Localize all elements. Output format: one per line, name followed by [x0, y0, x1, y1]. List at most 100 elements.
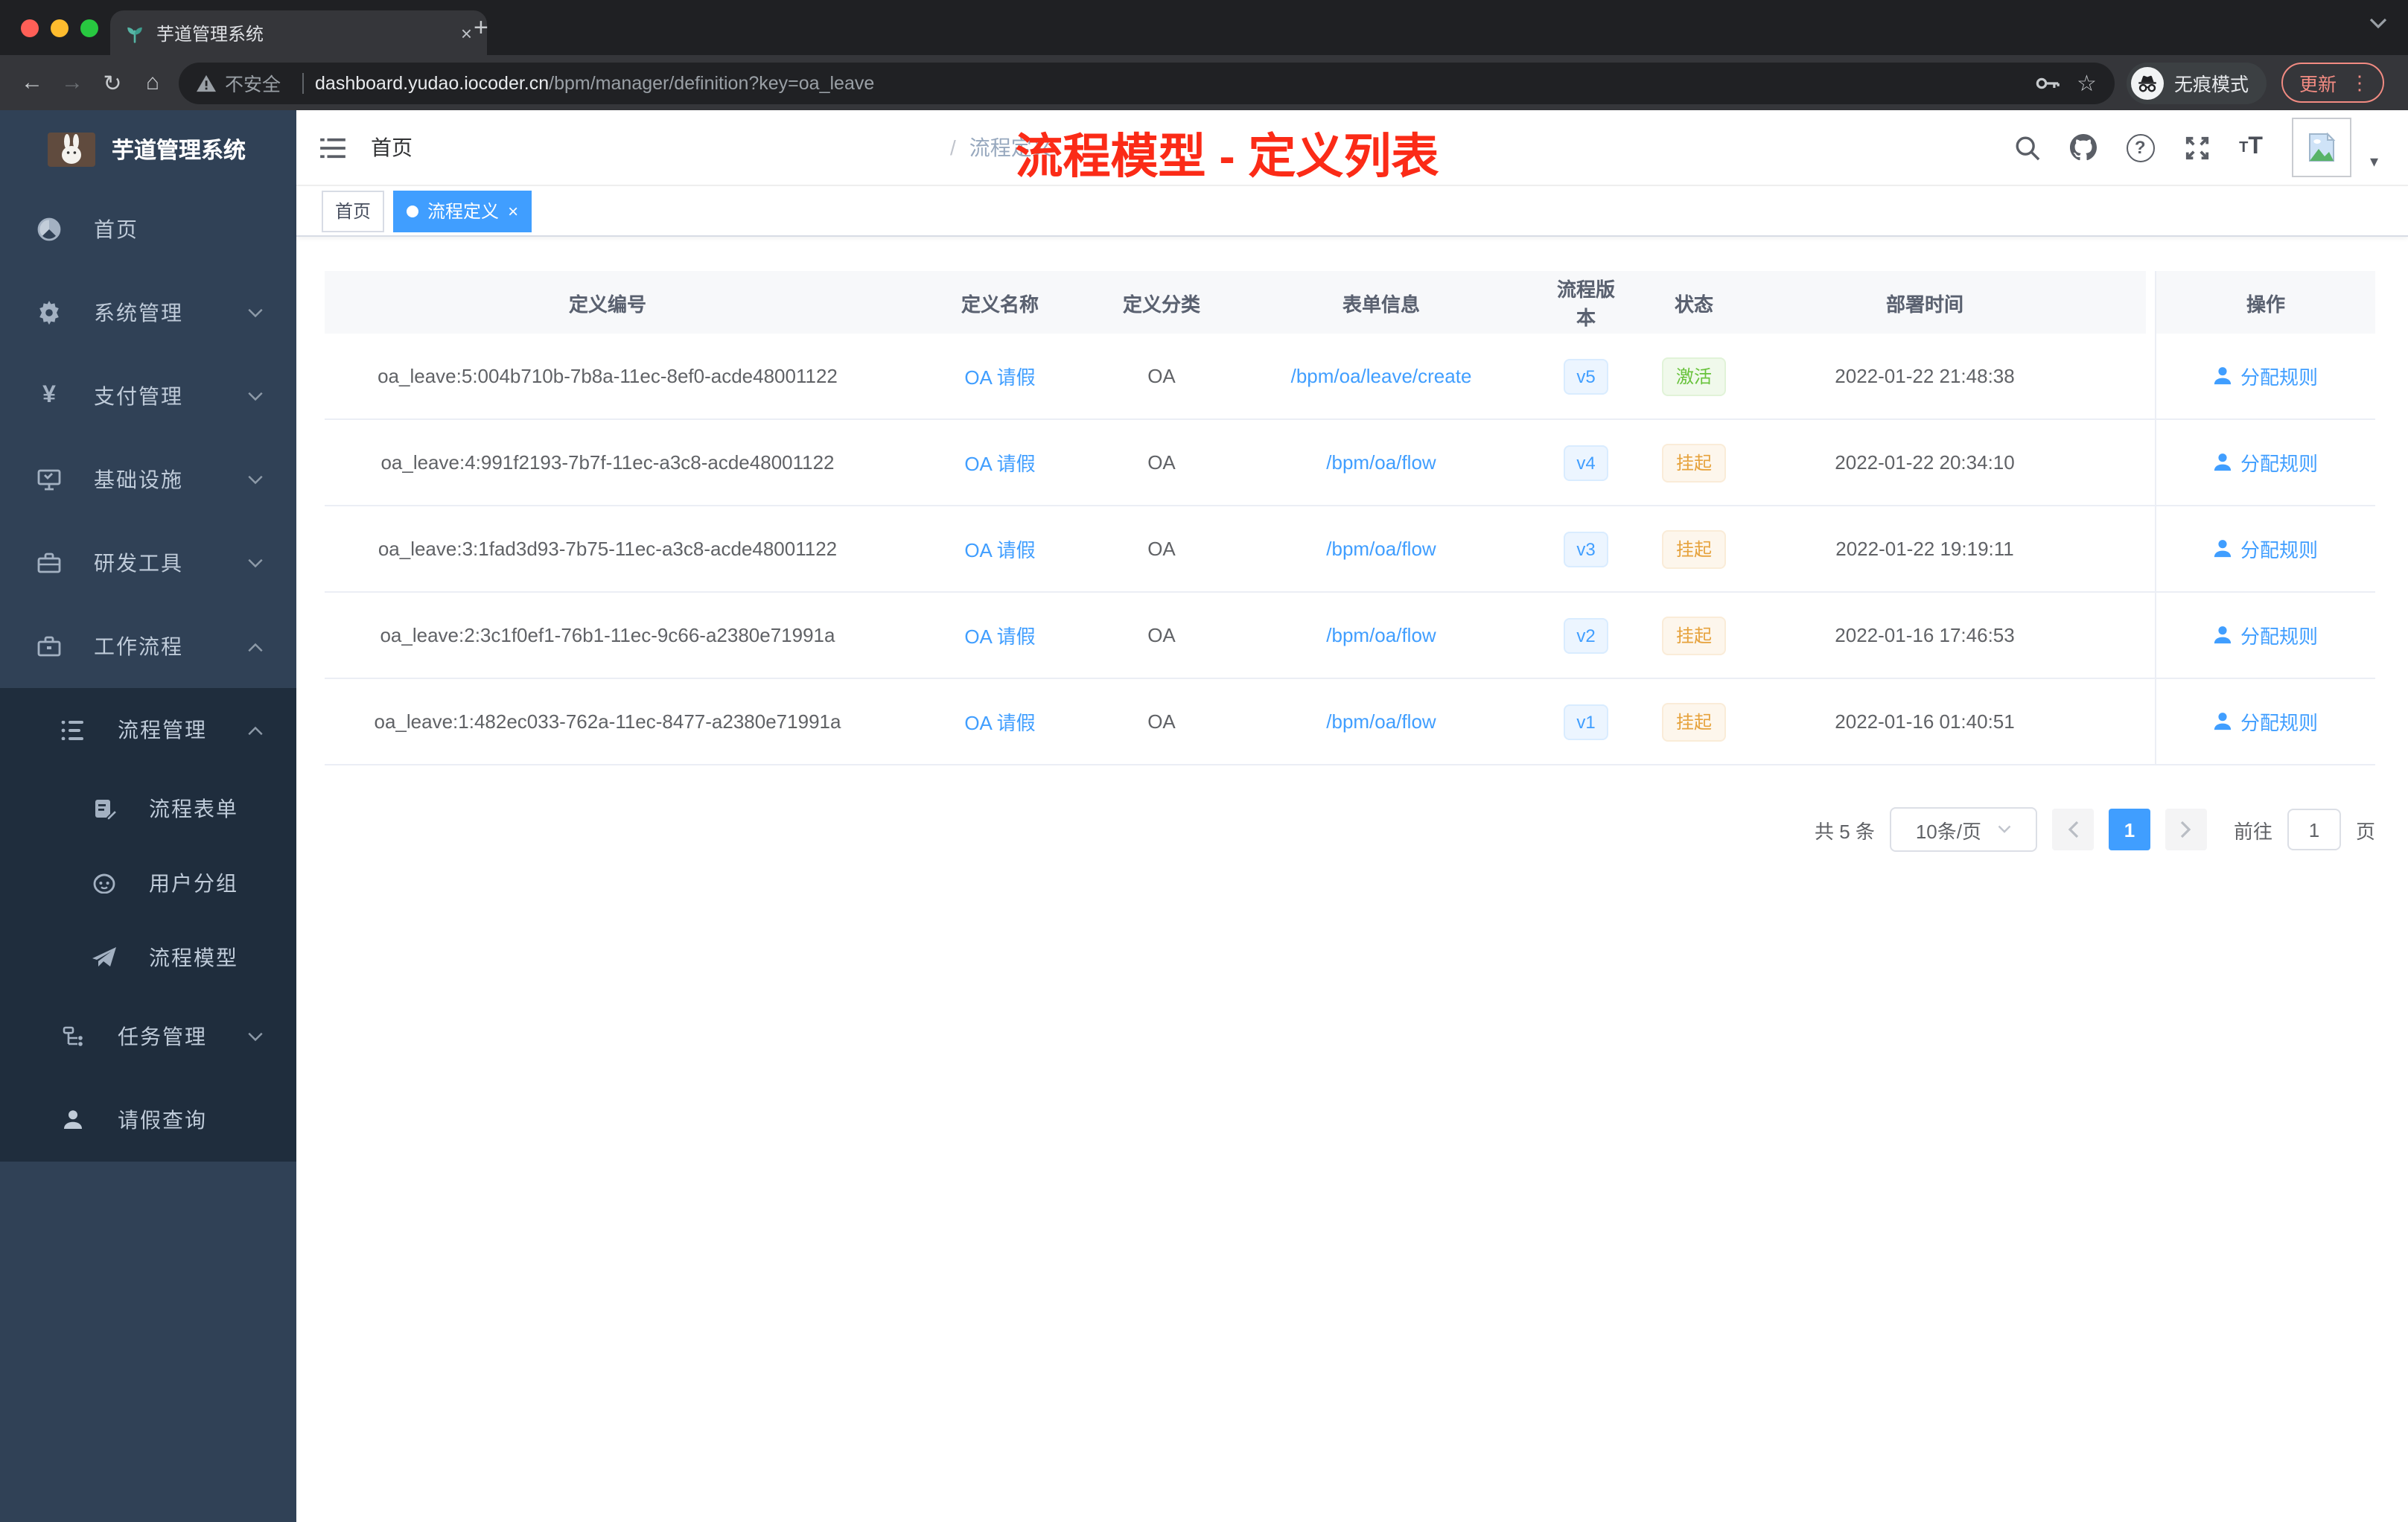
annotation-text: 流程模型 - 定义列表 [1015, 130, 1439, 183]
bookmark-star-icon[interactable]: ☆ [2077, 69, 2097, 96]
next-page-button[interactable] [2165, 809, 2207, 850]
chevron-down-icon [247, 1031, 264, 1042]
form-link[interactable]: /bpm/oa/flow [1326, 624, 1436, 646]
form-link[interactable]: /bpm/oa/flow [1326, 710, 1436, 733]
browser-tab[interactable]: 芋道管理系统 × [110, 10, 487, 55]
sidebar-item-process-form[interactable]: 流程表单 [0, 771, 296, 846]
tag-home[interactable]: 首页 [322, 190, 385, 232]
tags-view: 首页 流程定义 × [296, 186, 2408, 237]
sidebar-item-system[interactable]: 系统管理 [0, 271, 296, 354]
page-size-select[interactable]: 10条/页 [1889, 807, 2037, 852]
sidebar-item-label: 首页 [94, 217, 138, 241]
column-header: 定义编号 [568, 293, 646, 315]
favicon-plant-icon [125, 23, 144, 42]
chrome-update-button[interactable]: 更新 ⋮ [2281, 63, 2384, 103]
sidebar-item-label: 任务管理 [118, 1025, 207, 1048]
github-icon[interactable] [2069, 134, 2097, 161]
sidebar-item-process-model[interactable]: 流程模型 [0, 920, 296, 995]
sidebar-item-workflow[interactable]: 工作流程 [0, 605, 296, 688]
sidebar-item-home[interactable]: 首页 [0, 188, 296, 271]
minimize-window-button[interactable] [51, 19, 69, 36]
current-page-button[interactable]: 1 [2108, 809, 2150, 850]
tab-search-chevron-icon[interactable] [2369, 18, 2387, 30]
security-warning-icon[interactable] [197, 74, 216, 92]
sidebar-item-label: 基础设施 [94, 468, 183, 491]
briefcase-icon [37, 636, 61, 657]
definition-id: oa_leave:4:991f2193-7b7f-11ec-a3c8-acde4… [380, 451, 835, 474]
goto-page-input[interactable]: 1 [2287, 809, 2341, 850]
assign-rule-button[interactable]: 分配规则 [2214, 621, 2318, 649]
sidebar-item-devtools[interactable]: 研发工具 [0, 521, 296, 605]
font-size-icon[interactable]: TT [2239, 134, 2263, 161]
page-unit-label: 页 [2355, 820, 2375, 842]
reload-button[interactable]: ↻ [92, 63, 133, 103]
search-icon[interactable] [2014, 135, 2039, 160]
tag-close-icon[interactable]: × [508, 200, 518, 221]
password-key-icon[interactable] [2035, 75, 2059, 90]
avatar[interactable] [2292, 118, 2352, 177]
definition-name-link[interactable]: OA 请假 [964, 362, 1035, 390]
definition-name-link[interactable]: OA 请假 [964, 707, 1035, 736]
form-link[interactable]: /bpm/oa/flow [1326, 538, 1436, 560]
chevron-up-icon [247, 725, 264, 735]
assign-rule-button[interactable]: 分配规则 [2214, 448, 2318, 477]
sidebar-collapse-icon[interactable] [320, 136, 345, 159]
form-link[interactable]: /bpm/oa/leave/create [1291, 365, 1472, 387]
chrome-menu-kebab-icon[interactable]: ⋮ [2350, 71, 2369, 95]
status-badge: 挂起 [1662, 529, 1725, 568]
sidebar-item-leave-query[interactable]: 请假查询 [0, 1078, 296, 1162]
sidebar-item-label: 流程模型 [149, 946, 238, 969]
definition-name-link[interactable]: OA 请假 [964, 448, 1035, 477]
sidebar-logo[interactable]: 芋道管理系统 [0, 110, 296, 188]
tag-label: 流程定义 [427, 201, 500, 222]
assign-rule-button[interactable]: 分配规则 [2214, 707, 2318, 736]
back-button[interactable]: ← [12, 63, 52, 103]
assign-rule-button[interactable]: 分配规则 [2214, 362, 2318, 390]
macos-traffic-lights [21, 19, 98, 36]
sidebar-item-label: 流程表单 [149, 797, 238, 821]
prev-page-button[interactable] [2051, 809, 2094, 850]
table-row: oa_leave:5:004b710b-7b8a-11ec-8ef0-acde4… [325, 334, 2375, 420]
sidebar-item-infrastructure[interactable]: 基础设施 [0, 438, 296, 521]
screen: 芋道管理系统 × + ← → ↻ ⌂ 不安全 dashboard.yudao.i… [0, 0, 2408, 1522]
workflow-submenu: 流程管理 流程表单 用户分组 流程模型 任务管理 请假查询 [0, 688, 296, 1162]
security-label[interactable]: 不安全 [225, 69, 281, 97]
version-badge: v4 [1563, 445, 1609, 480]
home-button[interactable]: ⌂ [133, 63, 173, 103]
definition-name-link[interactable]: OA 请假 [964, 535, 1035, 563]
url-bar[interactable]: 不安全 dashboard.yudao.iocoder.cn/bpm/manag… [179, 62, 2115, 104]
org-chart-icon [61, 1025, 85, 1048]
version-badge: v3 [1563, 531, 1609, 567]
sidebar-item-task-management[interactable]: 任务管理 [0, 995, 296, 1078]
sidebar-item-user-group[interactable]: 用户分组 [0, 846, 296, 920]
tab-title: 芋道管理系统 [156, 23, 264, 44]
column-header: 状态 [1674, 293, 1713, 315]
help-icon[interactable]: ? [2126, 133, 2155, 162]
url-divider [302, 72, 304, 93]
breadcrumb-home[interactable]: 首页 [371, 133, 937, 162]
sidebar: 芋道管理系统 首页 系统管理 ¥ 支付管理 基础设施 研发工具 工作流程 流程管… [0, 110, 296, 1522]
fullscreen-icon[interactable] [2184, 135, 2209, 160]
definition-id: oa_leave:2:3c1f0ef1-76b1-11ec-9c66-a2380… [380, 624, 835, 646]
forward-button[interactable]: → [52, 63, 92, 103]
definition-table: 定义编号 定义名称 定义分类 表单信息 流程版本 状态 部署时间 操作 oa_l… [325, 271, 2375, 765]
sidebar-item-label: 研发工具 [94, 551, 183, 575]
sidebar-item-label: 用户分组 [149, 871, 238, 895]
form-link[interactable]: /bpm/oa/flow [1326, 451, 1436, 474]
assign-rule-button[interactable]: 分配规则 [2214, 535, 2318, 563]
tag-process-definition[interactable]: 流程定义 × [393, 190, 532, 232]
table-row: oa_leave:2:3c1f0ef1-76b1-11ec-9c66-a2380… [325, 593, 2375, 679]
close-window-button[interactable] [21, 19, 39, 36]
sidebar-item-process-management[interactable]: 流程管理 [0, 688, 296, 771]
definition-name-link[interactable]: OA 请假 [964, 621, 1035, 649]
chevron-up-icon [247, 641, 264, 652]
tab-close-icon[interactable]: × [461, 22, 472, 44]
sidebar-item-payment[interactable]: ¥ 支付管理 [0, 354, 296, 438]
table-row: oa_leave:1:482ec033-762a-11ec-8477-a2380… [325, 679, 2375, 765]
new-tab-button[interactable]: + [474, 13, 488, 43]
zoom-window-button[interactable] [80, 19, 98, 36]
url-host: dashboard.yudao.iocoder.cn [315, 72, 550, 93]
avatar-caret-icon[interactable]: ▾ [2370, 151, 2378, 171]
chevron-down-icon [247, 474, 264, 485]
column-header: 表单信息 [1342, 293, 1420, 315]
